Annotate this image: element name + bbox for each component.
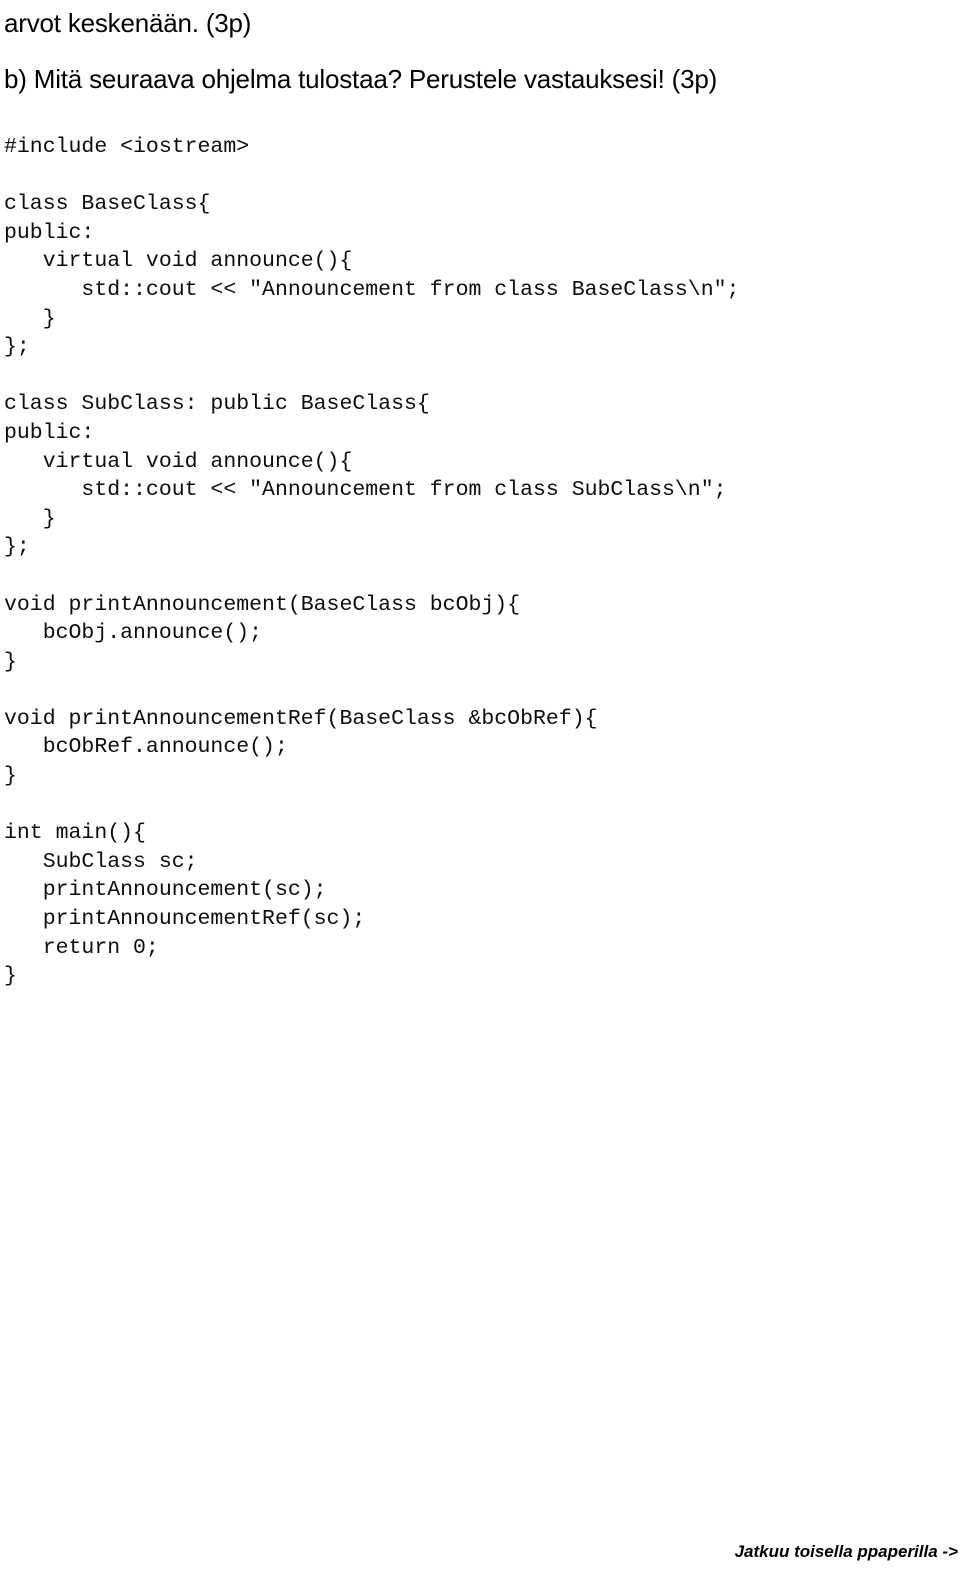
code-line: } xyxy=(4,964,17,989)
code-line: std::cout << "Announcement from class Su… xyxy=(4,478,727,503)
code-line: class SubClass: public BaseClass{ xyxy=(4,392,430,417)
code-line: } xyxy=(4,649,17,674)
document-page: arvot keskenään. (3p) b) Mitä seuraava o… xyxy=(0,0,960,1571)
code-line: SubClass sc; xyxy=(4,849,198,874)
code-line: return 0; xyxy=(4,935,159,960)
code-line: public: xyxy=(4,420,95,445)
code-line: public: xyxy=(4,220,95,245)
code-line: } xyxy=(4,764,17,789)
code-line: printAnnouncement(sc); xyxy=(4,878,327,903)
code-line: printAnnouncementRef(sc); xyxy=(4,907,366,932)
code-line: bcObj.announce(); xyxy=(4,621,263,646)
code-line: #include <iostream> xyxy=(4,135,250,159)
code-line: void printAnnouncement(BaseClass bcObj){ xyxy=(4,592,521,617)
code-line: }; xyxy=(4,535,30,560)
code-line: virtual void announce(){ xyxy=(4,449,353,474)
code-line: } xyxy=(4,506,56,531)
code-line: } xyxy=(4,306,56,331)
code-line: class BaseClass{ xyxy=(4,192,211,217)
code-line: void printAnnouncementRef(BaseClass &bcO… xyxy=(4,706,598,731)
code-line: std::cout << "Announcement from class Ba… xyxy=(4,277,740,302)
code-line: int main(){ xyxy=(4,821,146,846)
code-line: }; xyxy=(4,335,30,360)
code-line: virtual void announce(){ xyxy=(4,249,353,274)
footer-continuation-note: Jatkuu toisella ppaperilla -> xyxy=(734,1542,958,1561)
heading-line-continuation: arvot keskenään. (3p) xyxy=(4,8,252,38)
heading-line-question-b: b) Mitä seuraava ohjelma tulostaa? Perus… xyxy=(4,64,718,94)
question-heading: arvot keskenään. (3p) b) Mitä seuraava o… xyxy=(4,6,956,96)
code-line: bcObRef.announce(); xyxy=(4,735,288,760)
code-listing: #include <iostream> class BaseClass{ publ… xyxy=(4,133,956,991)
